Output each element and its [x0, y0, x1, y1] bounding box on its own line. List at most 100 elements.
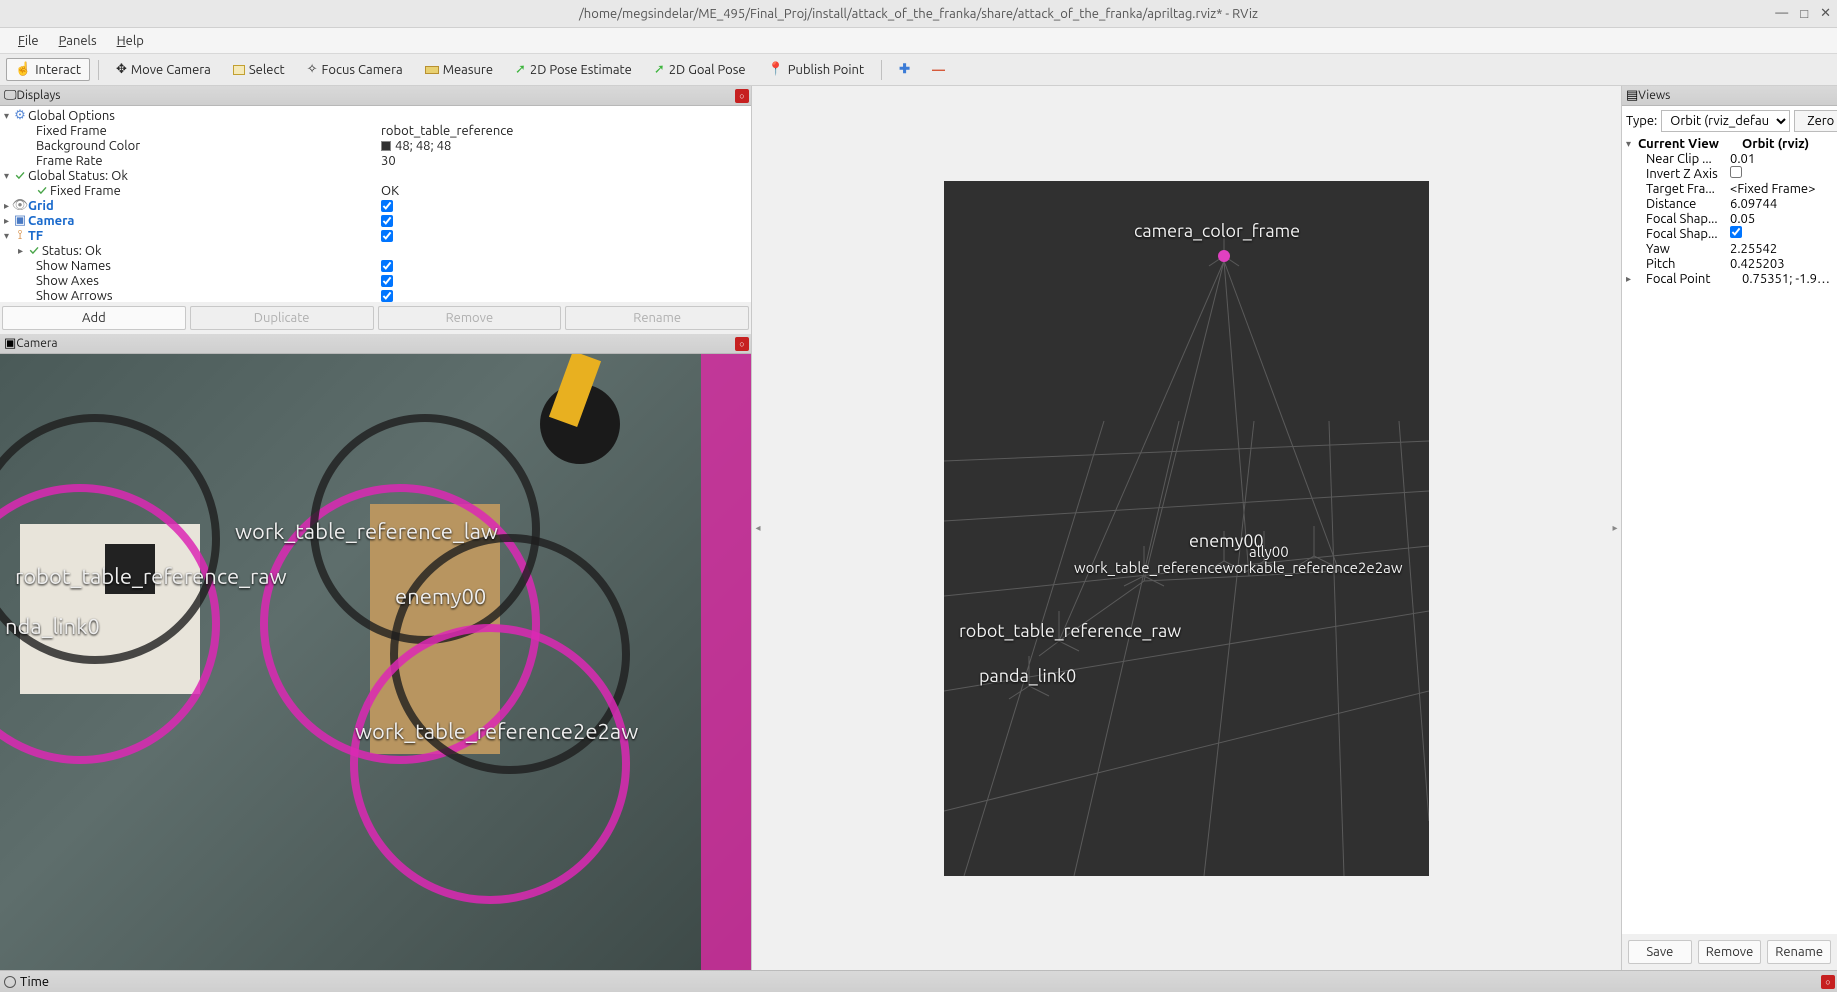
camera-label-work-table: work_table_reference_law	[235, 519, 498, 544]
prop-distance[interactable]: Distance	[1626, 197, 1730, 211]
tf-icon: ⟟	[14, 228, 26, 243]
views-panel: ▤ Views Type: Orbit (rviz_defau Zero ▾Cu…	[1622, 86, 1837, 934]
tree-global-options[interactable]: Global Options	[28, 109, 115, 123]
titlebar: /home/megsindelar/ME_495/Final_Proj/inst…	[0, 0, 1837, 28]
menu-help[interactable]: Help	[107, 30, 154, 52]
tool-add[interactable]: ✚	[890, 58, 919, 81]
tree-show-axes[interactable]: Show Axes	[36, 274, 99, 288]
focal-shape-checkbox[interactable]	[1730, 226, 1742, 238]
displays-button-row: Add Duplicate Remove Rename	[0, 302, 751, 334]
prop-current-view[interactable]: Current View	[1638, 137, 1742, 151]
displays-header[interactable]: 🖵 Displays ○	[0, 86, 751, 106]
val-fixed-frame[interactable]: robot_table_reference	[381, 124, 513, 138]
displays-tree[interactable]: ▾⚙Global Options Fixed Frame Background …	[0, 106, 381, 302]
tree-tf[interactable]: TF	[28, 229, 43, 243]
menu-panels[interactable]: Panels	[49, 30, 107, 52]
camera-viewport[interactable]: work_table_reference_law robot_table_ref…	[0, 354, 751, 970]
tree-status-ok[interactable]: Status: Ok	[42, 244, 102, 258]
prop-pitch[interactable]: Pitch	[1626, 257, 1730, 271]
maximize-button[interactable]: □	[1800, 6, 1808, 21]
close-button[interactable]: ✕	[1820, 6, 1831, 21]
views-remove-button[interactable]: Remove	[1698, 940, 1762, 964]
tool-move-camera[interactable]: ✥ Move Camera	[107, 58, 220, 81]
left-pane: 🖵 Displays ○ ▾⚙Global Options Fixed Fram…	[0, 86, 752, 970]
tool-2d-goal-pose[interactable]: ➚ 2D Goal Pose	[645, 58, 755, 81]
tool-measure[interactable]: Measure	[416, 59, 502, 81]
color-swatch[interactable]	[381, 141, 391, 151]
prop-near-clip[interactable]: Near Clip ...	[1626, 152, 1730, 166]
views-rename-button[interactable]: Rename	[1767, 940, 1831, 964]
tf-checkbox[interactable]	[381, 230, 393, 242]
pin-icon: 📍	[768, 62, 784, 77]
prop-focal-point[interactable]: Focal Point	[1638, 272, 1742, 286]
prop-focal-shape2[interactable]: Focal Shap...	[1626, 227, 1730, 241]
tool-2d-pose-estimate[interactable]: ➚ 2D Pose Estimate	[506, 58, 641, 81]
tool-focus-camera[interactable]: ✧ Focus Camera	[298, 58, 412, 81]
tool-publish-point[interactable]: 📍 Publish Point	[759, 58, 874, 81]
tool-select[interactable]: Select	[224, 59, 294, 81]
displays-title: Displays	[17, 89, 61, 102]
center-pane: ◂ ▸	[752, 86, 1621, 970]
views-title: Views	[1638, 89, 1670, 102]
views-save-button[interactable]: Save	[1628, 940, 1692, 964]
menu-file[interactable]: File	[8, 30, 49, 52]
views-type-select[interactable]: Orbit (rviz_defau	[1661, 110, 1790, 132]
prop-yaw[interactable]: Yaw	[1626, 242, 1730, 256]
val-bg-color[interactable]: 48; 48; 48	[395, 139, 451, 153]
prop-invert-z[interactable]: Invert Z Axis	[1626, 167, 1730, 181]
prop-target-frame[interactable]: Target Fra...	[1626, 182, 1730, 196]
tree-camera[interactable]: Camera	[28, 214, 74, 228]
views-header[interactable]: ▤ Views	[1622, 86, 1837, 106]
vp-label-work-table: work_table_referenceworkable_reference2e…	[1074, 559, 1403, 576]
tree-show-arrows[interactable]: Show Arrows	[36, 289, 113, 303]
pink-overlay	[701, 354, 751, 970]
add-button[interactable]: Add	[2, 306, 186, 330]
displays-body: ▾⚙Global Options Fixed Frame Background …	[0, 106, 751, 302]
camera-entry-icon: ▣	[14, 213, 26, 228]
tool-interact[interactable]: ☝ Interact	[6, 58, 90, 81]
prop-focal-shape1[interactable]: Focal Shap...	[1626, 212, 1730, 226]
tree-fixed-frame[interactable]: Fixed Frame	[36, 124, 107, 138]
camera-label-enemy: enemy00	[395, 584, 486, 609]
panel-close-button[interactable]: ○	[1821, 975, 1835, 989]
camera-label-panda: nda_link0	[5, 614, 100, 639]
tree-grid[interactable]: Grid	[28, 199, 54, 213]
show-names-checkbox[interactable]	[381, 260, 393, 272]
splitter-right[interactable]: ▸	[1611, 498, 1619, 558]
check-icon: ✓	[28, 244, 40, 258]
tree-bg-color[interactable]: Background Color	[36, 139, 140, 153]
camera-panel: ▣ Camera ○ work_table_reference_law	[0, 334, 751, 970]
tree-fixed-frame-status[interactable]: Fixed Frame	[50, 184, 121, 198]
eye-icon: 👁	[14, 198, 26, 213]
camera-label-robot-table: robot_table_reference_raw	[15, 564, 287, 589]
invert-z-checkbox[interactable]	[1730, 166, 1742, 178]
remove-button: Remove	[378, 306, 562, 330]
tree-frame-rate[interactable]: Frame Rate	[36, 154, 103, 168]
grid-checkbox[interactable]	[381, 200, 393, 212]
time-panel[interactable]: Time ○	[0, 970, 1837, 992]
move-icon: ✥	[116, 62, 127, 77]
tool-remove[interactable]: —	[923, 59, 954, 81]
focus-icon: ✧	[307, 62, 318, 77]
camera-header[interactable]: ▣ Camera ○	[0, 334, 751, 354]
toolbar-separator	[98, 60, 99, 80]
show-arrows-checkbox[interactable]	[381, 290, 393, 302]
minus-icon: —	[932, 63, 945, 77]
ruler-icon	[425, 66, 439, 74]
panel-close-button[interactable]: ○	[735, 337, 749, 351]
displays-values: robot_table_reference 48; 48; 48 30 OK	[381, 106, 751, 302]
viewport-3d[interactable]: camera_color_frame enemy00 ally00 work_t…	[944, 181, 1429, 876]
splitter-left[interactable]: ◂	[754, 498, 762, 558]
main-area: 🖵 Displays ○ ▾⚙Global Options Fixed Fram…	[0, 86, 1837, 970]
toolbar: ☝ Interact ✥ Move Camera Select ✧ Focus …	[0, 54, 1837, 86]
val-frame-rate[interactable]: 30	[381, 154, 396, 168]
views-icon: ▤	[1626, 88, 1638, 103]
minimize-button[interactable]: —	[1775, 6, 1788, 21]
monitor-icon: 🖵	[4, 88, 17, 103]
tree-show-names[interactable]: Show Names	[36, 259, 111, 273]
camera-checkbox[interactable]	[381, 215, 393, 227]
panel-close-button[interactable]: ○	[735, 89, 749, 103]
zero-button[interactable]: Zero	[1794, 110, 1837, 132]
tree-global-status[interactable]: Global Status: Ok	[28, 169, 128, 183]
show-axes-checkbox[interactable]	[381, 275, 393, 287]
